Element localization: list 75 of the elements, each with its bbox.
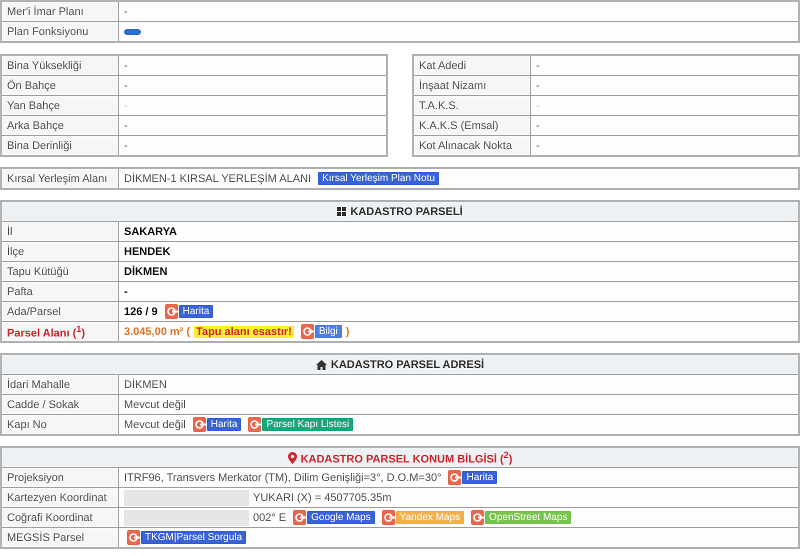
refresh-icon[interactable] xyxy=(164,304,178,319)
refresh-icon[interactable] xyxy=(448,470,462,485)
value-text: - xyxy=(536,120,540,132)
value-text: - xyxy=(124,6,128,18)
field-label: Parsel Alanı ($^{1}$) xyxy=(1,322,118,342)
link-button[interactable]: Bilgi xyxy=(314,325,342,338)
value-text: - xyxy=(124,140,128,152)
field-label: Pafta xyxy=(1,282,118,302)
value-text: - xyxy=(124,286,128,298)
field-label: İnşaat Nizamı xyxy=(413,76,530,96)
link-button[interactable]: Harita xyxy=(178,305,214,318)
field-label: K.A.K.S (Emsal) xyxy=(413,116,530,136)
link-button[interactable]: Google Maps xyxy=(307,511,375,524)
value-text: 126 / 9 xyxy=(124,306,158,318)
field-label: Ada/Parsel xyxy=(1,302,118,322)
value-text: Mevcut değil xyxy=(124,418,186,430)
value-text: DİKMEN xyxy=(124,266,168,278)
value-text: ) xyxy=(346,326,350,338)
field-label: İl xyxy=(1,222,118,242)
refresh-icon[interactable] xyxy=(127,530,140,545)
value-text: - xyxy=(124,60,128,72)
field-label: Bina Yüksekliği xyxy=(1,55,118,76)
value-text: ITRF96, Transvers Merkator (TM), Dilim Genişliği=3°, D.O.M=30° xyxy=(124,472,442,484)
value-text: - xyxy=(124,100,128,112)
refresh-icon[interactable] xyxy=(293,510,306,525)
value-text: - xyxy=(536,80,540,92)
refresh-icon[interactable] xyxy=(192,417,206,432)
refresh-icon[interactable] xyxy=(382,510,395,525)
link-button[interactable]: Harita xyxy=(462,471,498,484)
field-label: T.A.K.S. xyxy=(413,96,530,116)
field-label: Ön Bahçe xyxy=(1,76,118,96)
link-button[interactable]: Parsel Kapı Listesi xyxy=(262,418,354,431)
field-label: Mer'i İmar Planı xyxy=(1,1,118,22)
value-text: - xyxy=(124,80,128,92)
field-label: İdari Mahalle xyxy=(1,374,118,394)
link-button[interactable]: TKGM|Parsel Sorgula xyxy=(141,531,246,544)
field-label: Kat Adedi xyxy=(413,55,530,76)
value-text: SAKARYA xyxy=(124,226,177,238)
field-label: Plan Fonksiyonu xyxy=(1,22,118,42)
section-heading: KADASTRO PARSEL ADRESİ xyxy=(330,358,484,370)
value-text: Mevcut değil xyxy=(124,398,186,410)
value-text: DİKMEN xyxy=(124,378,167,390)
value-text: - xyxy=(536,100,540,112)
value-text: - xyxy=(124,120,128,132)
home-icon xyxy=(316,360,327,370)
refresh-icon[interactable] xyxy=(248,417,262,432)
value-text: 3.045,00 m² ( xyxy=(124,326,190,338)
field-label: Cadde / Sokak xyxy=(1,394,118,414)
field-label: Bina Derinliği xyxy=(1,136,118,156)
field-label: Projeksiyon xyxy=(1,468,118,488)
field-label: Coğrafi Koordinat xyxy=(1,508,118,528)
section-heading: KADASTRO PARSEL KONUM BİLGİSİ ($^{2}$) xyxy=(300,450,512,466)
field-label: Kot Alınacak Nokta xyxy=(413,136,530,156)
section-heading: KADASTRO PARSELİ xyxy=(350,206,463,218)
field-label: Tapu Kütüğü xyxy=(1,262,118,282)
field-label: Yan Bahçe xyxy=(1,96,118,116)
field-label: Kapı No xyxy=(1,414,118,435)
value-text: 002° E xyxy=(253,512,286,524)
value-text: HENDEK xyxy=(124,246,170,258)
refresh-icon[interactable] xyxy=(471,510,484,525)
value-text: - xyxy=(536,140,540,152)
link-button[interactable]: Kırsal Yerleşim Plan Notu xyxy=(318,172,439,185)
map-pin-icon xyxy=(288,452,297,464)
refresh-icon[interactable] xyxy=(300,324,314,339)
field-label: Kırsal Yerleşim Alanı xyxy=(1,168,118,189)
value-text: YUKARI (X) = 4507705.35m xyxy=(253,492,392,504)
link-button[interactable]: Harita xyxy=(206,418,242,431)
field-label: İlçe xyxy=(1,242,118,262)
value-text: - xyxy=(536,60,540,72)
grid-icon xyxy=(337,207,346,216)
field-label: Kartezyen Koordinat xyxy=(1,488,118,508)
value-text: DİKMEN-1 KIRSAL YERLEŞİM ALANI xyxy=(124,172,312,184)
field-label: Arka Bahçe xyxy=(1,116,118,136)
field-label: MEGSİS Parsel xyxy=(1,528,118,548)
highlighted-note: Tapu alanı esastır! xyxy=(194,326,294,338)
